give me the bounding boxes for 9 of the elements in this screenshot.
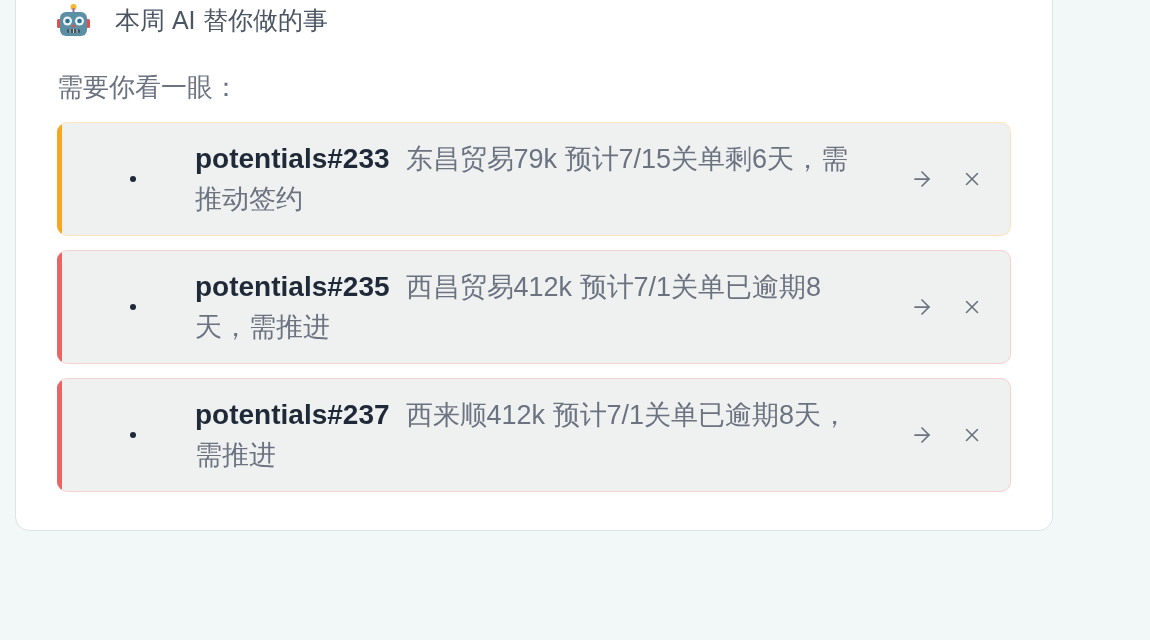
robot-icon [57, 4, 90, 36]
bullet-icon [130, 432, 136, 438]
section-title: 本周 AI 替你做的事 [115, 5, 328, 36]
bullet-icon [130, 304, 136, 310]
attention-heading: 需要你看一眼： [57, 71, 239, 104]
alert-text: potentials#235 西昌贸易412k 预计7/1关单已逾期8天，需推进 [195, 270, 823, 344]
alert-text: potentials#237 西来顺412k 预计7/1关单已逾期8天，需推进 [195, 398, 850, 472]
bullet-icon [130, 176, 136, 182]
alert-text: potentials#233 东昌贸易79k 预计7/15关单剩6天，需推动签约 [195, 142, 850, 216]
